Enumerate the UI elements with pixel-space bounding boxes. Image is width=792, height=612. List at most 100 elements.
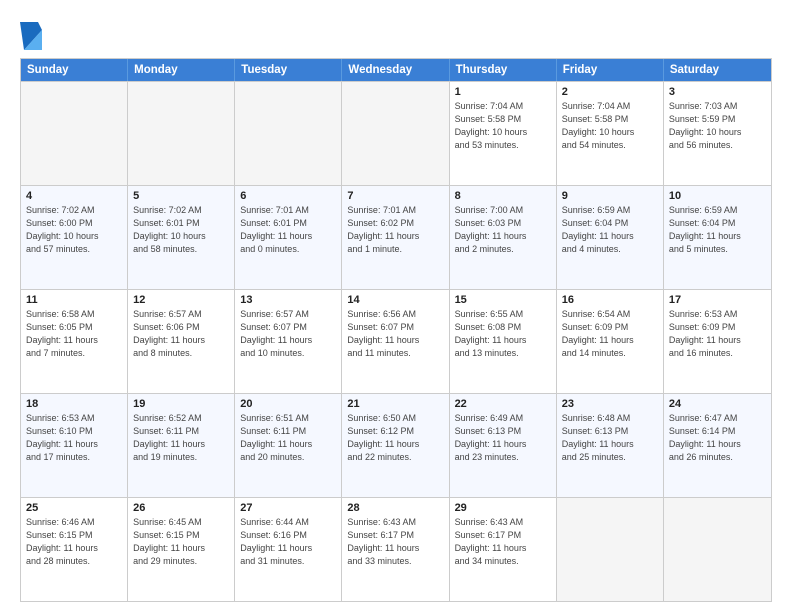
cell-day-number: 3 <box>669 86 766 98</box>
cell-info: Sunrise: 6:52 AM Sunset: 6:11 PM Dayligh… <box>133 412 229 464</box>
cal-cell: 20 Sunrise: 6:51 AM Sunset: 6:11 PM Dayli… <box>235 394 342 497</box>
cell-day-number: 28 <box>347 502 443 514</box>
cell-info: Sunrise: 7:02 AM Sunset: 6:01 PM Dayligh… <box>133 204 229 256</box>
cal-cell: 29 Sunrise: 6:43 AM Sunset: 6:17 PM Dayli… <box>450 498 557 601</box>
cell-info: Sunrise: 6:55 AM Sunset: 6:08 PM Dayligh… <box>455 308 551 360</box>
cell-info: Sunrise: 6:53 AM Sunset: 6:09 PM Dayligh… <box>669 308 766 360</box>
cell-day-number: 11 <box>26 294 122 306</box>
cell-info: Sunrise: 6:53 AM Sunset: 6:10 PM Dayligh… <box>26 412 122 464</box>
header-day-friday: Friday <box>557 59 664 81</box>
cal-cell: 18 Sunrise: 6:53 AM Sunset: 6:10 PM Dayli… <box>21 394 128 497</box>
cell-info: Sunrise: 6:56 AM Sunset: 6:07 PM Dayligh… <box>347 308 443 360</box>
header-day-wednesday: Wednesday <box>342 59 449 81</box>
cell-day-number: 5 <box>133 190 229 202</box>
cell-info: Sunrise: 6:49 AM Sunset: 6:13 PM Dayligh… <box>455 412 551 464</box>
cell-day-number: 6 <box>240 190 336 202</box>
cell-day-number: 18 <box>26 398 122 410</box>
cell-day-number: 13 <box>240 294 336 306</box>
header-day-saturday: Saturday <box>664 59 771 81</box>
cal-cell: 17 Sunrise: 6:53 AM Sunset: 6:09 PM Dayli… <box>664 290 771 393</box>
cell-day-number: 17 <box>669 294 766 306</box>
cal-cell: 23 Sunrise: 6:48 AM Sunset: 6:13 PM Dayli… <box>557 394 664 497</box>
cell-day-number: 22 <box>455 398 551 410</box>
cell-info: Sunrise: 6:59 AM Sunset: 6:04 PM Dayligh… <box>669 204 766 256</box>
cell-info: Sunrise: 6:48 AM Sunset: 6:13 PM Dayligh… <box>562 412 658 464</box>
header-day-thursday: Thursday <box>450 59 557 81</box>
cell-day-number: 8 <box>455 190 551 202</box>
cell-day-number: 29 <box>455 502 551 514</box>
cal-cell: 5 Sunrise: 7:02 AM Sunset: 6:01 PM Daylig… <box>128 186 235 289</box>
cell-day-number: 9 <box>562 190 658 202</box>
cell-info: Sunrise: 7:00 AM Sunset: 6:03 PM Dayligh… <box>455 204 551 256</box>
cal-cell: 11 Sunrise: 6:58 AM Sunset: 6:05 PM Dayli… <box>21 290 128 393</box>
cal-cell: 10 Sunrise: 6:59 AM Sunset: 6:04 PM Dayli… <box>664 186 771 289</box>
cell-day-number: 1 <box>455 86 551 98</box>
logo-icon <box>20 22 42 50</box>
cell-info: Sunrise: 6:43 AM Sunset: 6:17 PM Dayligh… <box>455 516 551 568</box>
cell-day-number: 7 <box>347 190 443 202</box>
cell-day-number: 4 <box>26 190 122 202</box>
cal-cell: 2Sunrise: 7:04 AM Sunset: 5:58 PM Daylig… <box>557 82 664 185</box>
cell-info: Sunrise: 6:47 AM Sunset: 6:14 PM Dayligh… <box>669 412 766 464</box>
cal-cell: 12 Sunrise: 6:57 AM Sunset: 6:06 PM Dayli… <box>128 290 235 393</box>
cal-cell: 3 Sunrise: 7:03 AM Sunset: 5:59 PM Daylig… <box>664 82 771 185</box>
week-row-5: 25Sunrise: 6:46 AM Sunset: 6:15 PM Dayli… <box>21 497 771 601</box>
cell-day-number: 12 <box>133 294 229 306</box>
cell-info: Sunrise: 7:04 AM Sunset: 5:58 PM Dayligh… <box>562 100 658 152</box>
cell-info: Sunrise: 6:45 AM Sunset: 6:15 PM Dayligh… <box>133 516 229 568</box>
cal-cell: 8 Sunrise: 7:00 AM Sunset: 6:03 PM Daylig… <box>450 186 557 289</box>
cell-info: Sunrise: 6:57 AM Sunset: 6:07 PM Dayligh… <box>240 308 336 360</box>
cell-info: Sunrise: 6:50 AM Sunset: 6:12 PM Dayligh… <box>347 412 443 464</box>
cal-cell: 4Sunrise: 7:02 AM Sunset: 6:00 PM Daylig… <box>21 186 128 289</box>
cell-day-number: 26 <box>133 502 229 514</box>
cell-day-number: 14 <box>347 294 443 306</box>
cal-cell: 15 Sunrise: 6:55 AM Sunset: 6:08 PM Dayli… <box>450 290 557 393</box>
cal-cell: 21 Sunrise: 6:50 AM Sunset: 6:12 PM Dayli… <box>342 394 449 497</box>
week-row-1: 1 Sunrise: 7:04 AM Sunset: 5:58 PM Daylig… <box>21 81 771 185</box>
cal-cell: 25Sunrise: 6:46 AM Sunset: 6:15 PM Dayli… <box>21 498 128 601</box>
cell-day-number: 19 <box>133 398 229 410</box>
calendar: SundayMondayTuesdayWednesdayThursdayFrid… <box>20 58 772 602</box>
cal-cell: 27 Sunrise: 6:44 AM Sunset: 6:16 PM Dayli… <box>235 498 342 601</box>
cal-cell <box>21 82 128 185</box>
cal-cell <box>557 498 664 601</box>
calendar-body: 1 Sunrise: 7:04 AM Sunset: 5:58 PM Daylig… <box>21 81 771 601</box>
cal-cell: 1Sunrise: 7:04 AM Sunset: 5:58 PM Daylig… <box>450 82 557 185</box>
cell-day-number: 20 <box>240 398 336 410</box>
header <box>20 18 772 50</box>
cell-info: Sunrise: 6:44 AM Sunset: 6:16 PM Dayligh… <box>240 516 336 568</box>
cal-cell <box>342 82 449 185</box>
cal-cell: 26 Sunrise: 6:45 AM Sunset: 6:15 PM Dayli… <box>128 498 235 601</box>
cell-day-number: 25 <box>26 502 122 514</box>
cal-cell <box>664 498 771 601</box>
cal-cell: 28Sunrise: 6:43 AM Sunset: 6:17 PM Dayli… <box>342 498 449 601</box>
cell-info: Sunrise: 6:51 AM Sunset: 6:11 PM Dayligh… <box>240 412 336 464</box>
cell-info: Sunrise: 7:01 AM Sunset: 6:02 PM Dayligh… <box>347 204 443 256</box>
cell-info: Sunrise: 6:59 AM Sunset: 6:04 PM Dayligh… <box>562 204 658 256</box>
cal-cell <box>128 82 235 185</box>
cell-day-number: 10 <box>669 190 766 202</box>
header-day-tuesday: Tuesday <box>235 59 342 81</box>
header-day-monday: Monday <box>128 59 235 81</box>
cell-day-number: 27 <box>240 502 336 514</box>
cal-cell: 13 Sunrise: 6:57 AM Sunset: 6:07 PM Dayli… <box>235 290 342 393</box>
page: SundayMondayTuesdayWednesdayThursdayFrid… <box>0 0 792 612</box>
cal-cell: 6Sunrise: 7:01 AM Sunset: 6:01 PM Daylig… <box>235 186 342 289</box>
cal-cell: 22 Sunrise: 6:49 AM Sunset: 6:13 PM Dayli… <box>450 394 557 497</box>
calendar-header: SundayMondayTuesdayWednesdayThursdayFrid… <box>21 59 771 81</box>
header-day-sunday: Sunday <box>21 59 128 81</box>
cal-cell: 7 Sunrise: 7:01 AM Sunset: 6:02 PM Daylig… <box>342 186 449 289</box>
cell-info: Sunrise: 7:03 AM Sunset: 5:59 PM Dayligh… <box>669 100 766 152</box>
cell-day-number: 21 <box>347 398 443 410</box>
logo <box>20 22 46 50</box>
cal-cell: 14 Sunrise: 6:56 AM Sunset: 6:07 PM Dayli… <box>342 290 449 393</box>
cell-info: Sunrise: 6:58 AM Sunset: 6:05 PM Dayligh… <box>26 308 122 360</box>
cal-cell: 16Sunrise: 6:54 AM Sunset: 6:09 PM Dayli… <box>557 290 664 393</box>
cell-info: Sunrise: 6:57 AM Sunset: 6:06 PM Dayligh… <box>133 308 229 360</box>
cal-cell <box>235 82 342 185</box>
cell-day-number: 24 <box>669 398 766 410</box>
cal-cell: 19 Sunrise: 6:52 AM Sunset: 6:11 PM Dayli… <box>128 394 235 497</box>
cell-day-number: 16 <box>562 294 658 306</box>
cell-day-number: 15 <box>455 294 551 306</box>
cell-day-number: 23 <box>562 398 658 410</box>
